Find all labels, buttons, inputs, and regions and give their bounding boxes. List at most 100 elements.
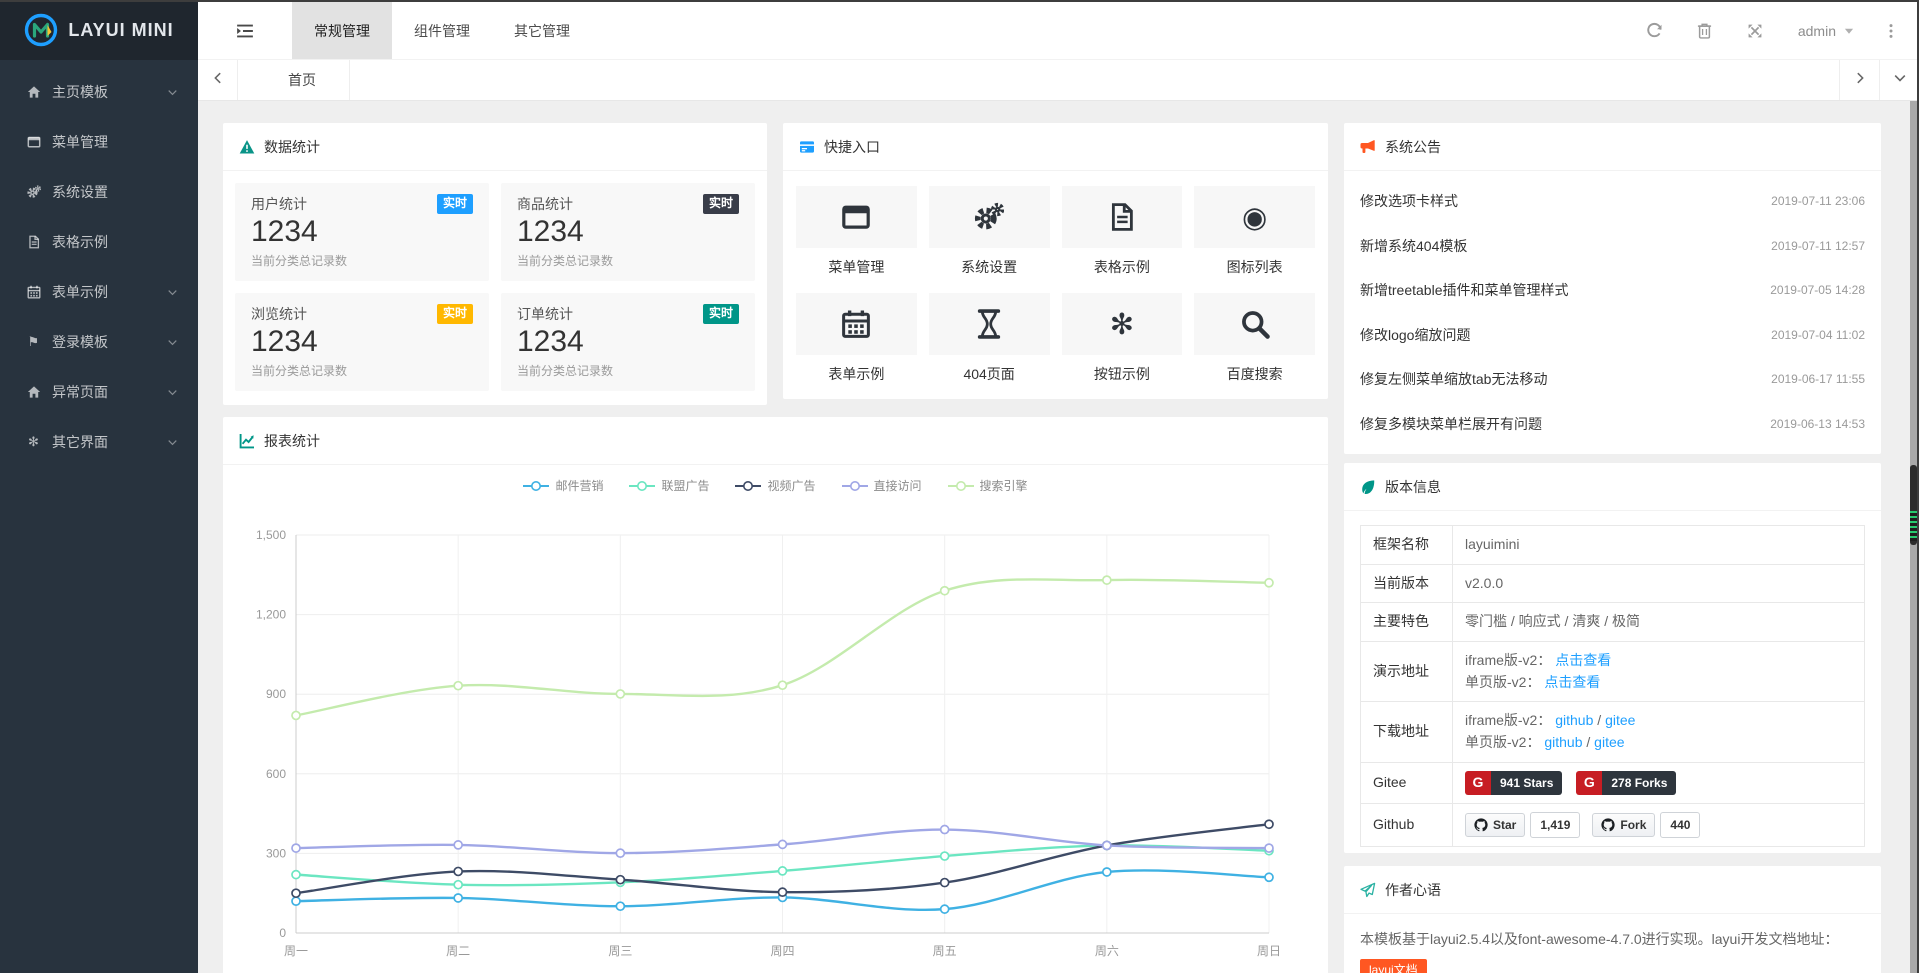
legend-item-邮件营销[interactable]: 邮件营销 xyxy=(523,477,603,494)
link-点击查看[interactable]: 点击查看 xyxy=(1555,652,1611,668)
legend-label: 视频广告 xyxy=(767,477,815,494)
line-chart-icon xyxy=(239,433,255,449)
gitee-badge[interactable]: G278 Forks xyxy=(1576,771,1676,795)
hourglass-icon xyxy=(929,293,1050,355)
notice-item[interactable]: 新增系统404模板 2019-07-11 12:57 xyxy=(1360,224,1865,269)
tab-operations-button[interactable] xyxy=(1879,60,1919,100)
stat-desc: 当前分类总记录数 xyxy=(517,252,739,269)
notice-date: 2019-07-11 12:57 xyxy=(1771,239,1865,253)
github-icon xyxy=(1601,818,1615,832)
notice-text: 修改选项卡样式 xyxy=(1360,191,1458,211)
notice-item[interactable]: 修复多模块菜单栏展开有问题2019-06-13 14:53 xyxy=(1360,402,1865,447)
link-gitee[interactable]: gitee xyxy=(1605,712,1635,728)
quick-entry-label: 菜单管理 xyxy=(796,257,917,277)
flag-icon: ⚑ xyxy=(24,336,43,349)
scrollbar-track[interactable] xyxy=(1910,101,1917,973)
link-github[interactable]: github xyxy=(1544,734,1582,750)
status-badge: 实时 xyxy=(437,304,473,324)
stat-card: 商品统计实时1234当前分类总记录数 xyxy=(501,183,755,281)
layui-doc-badge[interactable]: layui文档 xyxy=(1360,959,1427,973)
scrollbar-thumb[interactable] xyxy=(1910,465,1917,545)
stat-label: 订单统计 xyxy=(517,304,573,324)
chevron-down-icon xyxy=(167,437,178,448)
header-nav: 常规管理组件管理其它管理 xyxy=(292,2,592,59)
link-gitee[interactable]: gitee xyxy=(1594,734,1624,750)
version-link-line: 单页版-v2： github / gitee xyxy=(1465,732,1852,754)
link-github[interactable]: github xyxy=(1555,712,1593,728)
sidebar-item-label: 登录模板 xyxy=(52,332,167,352)
github-count[interactable]: 1,419 xyxy=(1530,812,1580,839)
quick-entry-form-example[interactable]: 表单示例 xyxy=(796,293,917,384)
legend-label: 搜索引擎 xyxy=(980,477,1028,494)
gitee-badge[interactable]: G941 Stars xyxy=(1465,771,1562,795)
caret-down-icon xyxy=(1843,25,1855,37)
github-count[interactable]: 440 xyxy=(1660,812,1700,839)
version-row: 下载地址iframe版-v2： github / gitee单页版-v2： gi… xyxy=(1361,702,1865,762)
legend-item-直接访问[interactable]: 直接访问 xyxy=(842,477,922,494)
notice-text: 修改logo缩放问题 xyxy=(1360,325,1470,345)
gitee-icon: G xyxy=(1465,771,1491,795)
panel-author-words-header: 作者心语 xyxy=(1344,866,1881,914)
version-row-value: v2.0.0 xyxy=(1453,564,1865,603)
sidebar-item-system-settings[interactable]: 系统设置 xyxy=(0,167,198,217)
legend-label: 直接访问 xyxy=(874,477,922,494)
github-star-button[interactable]: Star xyxy=(1465,813,1525,838)
panel-version-info: 版本信息 框架名称layuimini当前版本v2.0.0主要特色零门槛 / 响应… xyxy=(1344,463,1881,853)
quick-entry-system-settings[interactable]: 系统设置 xyxy=(929,186,1050,277)
sidebar-item-table-example[interactable]: 表格示例 xyxy=(0,217,198,267)
stat-value: 1234 xyxy=(517,325,739,359)
panel-version-info-header: 版本信息 xyxy=(1344,463,1881,511)
sidebar-item-form-example[interactable]: 表单示例 xyxy=(0,267,198,317)
notice-text: 新增系统404模板 xyxy=(1360,236,1467,256)
sidebar-item-login-template[interactable]: ⚑ 登录模板 xyxy=(0,317,198,367)
notice-item[interactable]: 修改logo缩放问题2019-07-04 11:02 xyxy=(1360,313,1865,358)
legend-item-联盟广告[interactable]: 联盟广告 xyxy=(629,477,709,494)
notice-item[interactable]: 修复左侧菜单缩放tab无法移动2019-06-17 11:55 xyxy=(1360,357,1865,402)
panel-report-statistics-header: 报表统计 xyxy=(223,417,1328,465)
chevron-down-icon xyxy=(1893,71,1907,90)
panel-system-notice: 系统公告 修改选项卡样式2019-07-11 23:06新增系统404模板201… xyxy=(1344,123,1881,454)
quick-entry-button-example[interactable]: ✻按钮示例 xyxy=(1062,293,1183,384)
nav-tab-component-management[interactable]: 组件管理 xyxy=(392,2,492,59)
active-tab-dot xyxy=(271,76,280,85)
megaphone-icon xyxy=(1360,139,1376,155)
panel-title: 作者心语 xyxy=(1385,880,1441,900)
quick-entry-table-example[interactable]: 表格示例 xyxy=(1062,186,1183,277)
refresh-icon[interactable] xyxy=(1630,22,1680,39)
fullscreen-icon[interactable] xyxy=(1730,23,1780,39)
legend-item-搜索引擎[interactable]: 搜索引擎 xyxy=(948,477,1028,494)
trash-icon[interactable] xyxy=(1680,22,1730,39)
report-chart: 03006009001,2001,500周一周二周三周四周五周六周日 xyxy=(223,510,1328,970)
panel-title: 数据统计 xyxy=(264,137,320,157)
quick-entry-label: 按钮示例 xyxy=(1062,364,1183,384)
stat-label: 用户统计 xyxy=(251,194,307,214)
version-row: 当前版本v2.0.0 xyxy=(1361,564,1865,603)
notice-item[interactable]: 修改选项卡样式2019-07-11 23:06 xyxy=(1360,179,1865,224)
nav-tab-other-management[interactable]: 其它管理 xyxy=(492,2,592,59)
link-点击查看[interactable]: 点击查看 xyxy=(1544,674,1600,690)
version-row: GiteeG941 StarsG278 Forks xyxy=(1361,762,1865,803)
tab-home[interactable]: 首页 xyxy=(238,60,350,100)
sidebar-item-menu-management[interactable]: 菜单管理 xyxy=(0,117,198,167)
stat-value: 1234 xyxy=(251,325,473,359)
more-vertical-icon[interactable] xyxy=(1873,23,1909,39)
nav-tab-regular-management[interactable]: 常规管理 xyxy=(292,2,392,59)
svg-text:周三: 周三 xyxy=(608,944,632,958)
user-menu[interactable]: admin xyxy=(1780,23,1873,39)
sidebar-item-other-ui[interactable]: ✻其它界面 xyxy=(0,417,198,467)
quick-entry-icon-list[interactable]: ◉图标列表 xyxy=(1194,186,1315,277)
legend-marker-icon xyxy=(523,480,549,492)
chevron-down-icon xyxy=(167,337,178,348)
sidebar-item-error-pages[interactable]: 异常页面 xyxy=(0,367,198,417)
legend-item-视频广告[interactable]: 视频广告 xyxy=(735,477,815,494)
menu-fold-button[interactable] xyxy=(198,2,292,59)
quick-entry-baidu-search[interactable]: 百度搜索 xyxy=(1194,293,1315,384)
tab-scroll-left-button[interactable] xyxy=(198,60,238,100)
notice-item[interactable]: 新增treetable插件和菜单管理样式2019-07-05 14:28 xyxy=(1360,268,1865,313)
quick-entry-page-404[interactable]: 404页面 xyxy=(929,293,1050,384)
tab-scroll-right-button[interactable] xyxy=(1839,60,1879,100)
quick-entry-menu-management[interactable]: 菜单管理 xyxy=(796,186,917,277)
sidebar-item-home-template[interactable]: 主页模板 xyxy=(0,67,198,117)
stat-label: 商品统计 xyxy=(517,194,573,214)
github-fork-button[interactable]: Fork xyxy=(1592,813,1655,838)
